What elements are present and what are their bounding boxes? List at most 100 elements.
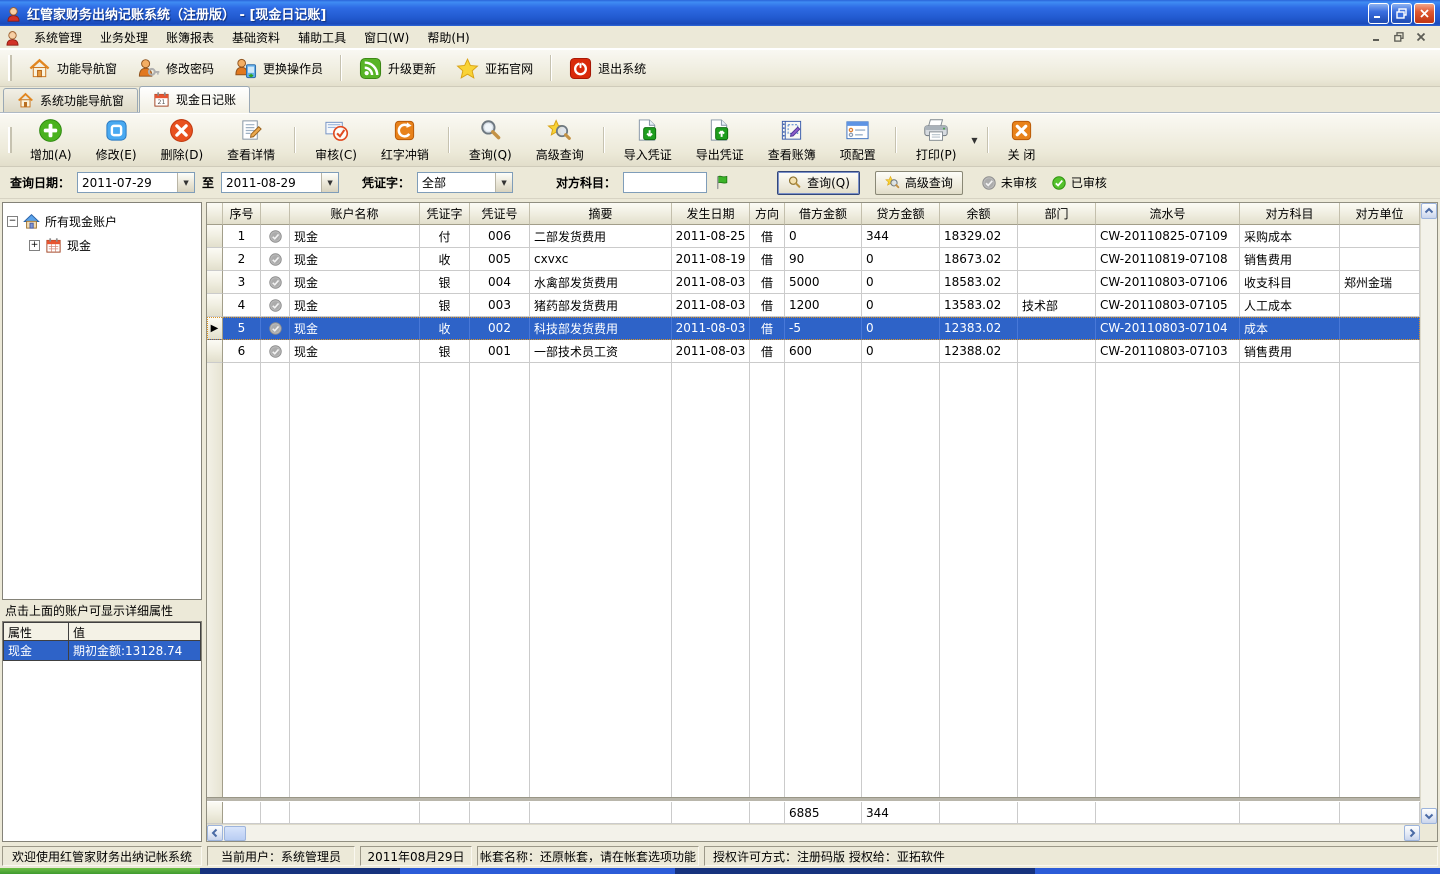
- close-button[interactable]: [1414, 3, 1435, 24]
- scroll-left-icon[interactable]: [207, 825, 223, 841]
- chevron-down-icon[interactable]: ▼: [177, 173, 194, 192]
- minimize-button[interactable]: [1368, 3, 1389, 24]
- table-row[interactable]: 4现金银003猪药部发货费用2011-08-03借1200013583.02技术…: [207, 294, 1420, 317]
- toolbar-grip[interactable]: [8, 55, 12, 81]
- cell-dept: [1018, 340, 1096, 363]
- property-row[interactable]: 现金 期初金额:13128.74: [3, 641, 201, 660]
- chevron-down-icon[interactable]: ▼: [495, 173, 512, 192]
- horizontal-scrollbar[interactable]: [207, 824, 1420, 841]
- date-from-combobox[interactable]: 2011-07-29 ▼: [77, 172, 195, 193]
- scroll-down-icon[interactable]: [1421, 808, 1437, 824]
- column-header-unit[interactable]: 对方单位: [1340, 203, 1420, 225]
- cell-dir: 借: [750, 271, 785, 294]
- scroll-right-icon[interactable]: [1404, 825, 1420, 841]
- cell-unit: [1340, 317, 1420, 340]
- column-header-balance[interactable]: 余额: [940, 203, 1018, 225]
- cell-dept: [1018, 248, 1096, 271]
- table-row[interactable]: 6现金银001一部技术员工资2011-08-03借600012388.02CW-…: [207, 340, 1420, 363]
- column-header-check[interactable]: [261, 203, 290, 225]
- footer-cell: [1340, 802, 1420, 824]
- column-header-dept[interactable]: 部门: [1018, 203, 1096, 225]
- print-dropdown-arrow[interactable]: ▼: [969, 134, 979, 147]
- advanced-query-button[interactable]: 高级查询: [524, 114, 596, 167]
- expand-icon[interactable]: +: [29, 240, 40, 251]
- query-submit-button[interactable]: 查询(Q): [777, 171, 860, 195]
- row-indicator: [207, 248, 223, 271]
- menu-reports[interactable]: 账簿报表: [157, 26, 223, 49]
- voucher-type-combobox[interactable]: 全部 ▼: [417, 172, 513, 193]
- column-header-date[interactable]: 发生日期: [672, 203, 750, 225]
- column-header-credit[interactable]: 贷方金额: [862, 203, 940, 225]
- date-to-combobox[interactable]: 2011-08-29 ▼: [221, 172, 339, 193]
- users-switch-icon: [234, 57, 257, 80]
- change-password-button[interactable]: 修改密码: [127, 52, 224, 85]
- export-voucher-button[interactable]: 导出凭证: [684, 114, 756, 167]
- collapse-icon[interactable]: −: [7, 216, 18, 227]
- column-header-subject[interactable]: 对方科目: [1240, 203, 1340, 225]
- advanced-query-bar-button[interactable]: 高级查询: [875, 171, 963, 195]
- nav-window-button[interactable]: 功能导航窗: [18, 52, 127, 85]
- print-button[interactable]: 打印(P): [904, 114, 969, 167]
- table-row[interactable]: 3现金银004水禽部发货费用2011-08-03借5000018583.02CW…: [207, 271, 1420, 294]
- tree-item-cash[interactable]: + 现金: [7, 233, 197, 257]
- column-header-vno[interactable]: 凭证号: [470, 203, 530, 225]
- column-header-vtype[interactable]: 凭证字: [420, 203, 470, 225]
- delete-button[interactable]: 删除(D): [149, 114, 216, 167]
- cell-credit: 344: [862, 225, 940, 248]
- menu-system[interactable]: 系统管理: [25, 26, 91, 49]
- counter-subject-input[interactable]: [623, 172, 707, 193]
- audit-button[interactable]: 审核(C): [303, 114, 369, 167]
- scrollbar-corner: [1420, 824, 1437, 841]
- mdi-minimize-icon[interactable]: [1370, 30, 1384, 44]
- table-row[interactable]: 1现金付006二部发货费用2011-08-25借034418329.02CW-2…: [207, 225, 1420, 248]
- import-icon: [635, 118, 660, 143]
- restore-button[interactable]: [1391, 3, 1412, 24]
- column-header-dir[interactable]: 方向: [750, 203, 785, 225]
- column-header-seq[interactable]: 序号: [223, 203, 261, 225]
- tab-system-nav[interactable]: 系统功能导航窗: [3, 88, 138, 112]
- exit-button[interactable]: 退出系统: [559, 52, 656, 85]
- menu-business[interactable]: 业务处理: [91, 26, 157, 49]
- tree-item-all-accounts[interactable]: − 所有现金账户: [7, 209, 197, 233]
- table-row[interactable]: ▶5现金收002科技部发货费用2011-08-03借-5012383.02CW-…: [207, 317, 1420, 340]
- menu-window[interactable]: 窗口(W): [355, 26, 418, 49]
- menu-tools[interactable]: 辅助工具: [289, 26, 355, 49]
- query-button[interactable]: 查询(Q): [457, 114, 524, 167]
- cell-serial: CW-20110819-07108: [1096, 248, 1240, 271]
- edit-button[interactable]: 修改(E): [84, 114, 149, 167]
- cell-unit: [1340, 294, 1420, 317]
- cell-account: 现金: [290, 294, 420, 317]
- cell-summary: 一部技术员工资: [530, 340, 672, 363]
- import-voucher-button[interactable]: 导入凭证: [612, 114, 684, 167]
- vertical-scrollbar[interactable]: [1420, 203, 1437, 824]
- add-button[interactable]: 增加(A): [18, 114, 84, 167]
- website-button[interactable]: 亚拓官网: [446, 52, 543, 85]
- chevron-down-icon[interactable]: ▼: [321, 173, 338, 192]
- column-header-account[interactable]: 账户名称: [290, 203, 420, 225]
- close-view-button[interactable]: 关 闭: [996, 114, 1048, 167]
- menu-basedata[interactable]: 基础资料: [223, 26, 289, 49]
- column-header-serial[interactable]: 流水号: [1096, 203, 1240, 225]
- mdi-close-icon[interactable]: [1414, 30, 1428, 44]
- cell-dept: 技术部: [1018, 294, 1096, 317]
- table-row[interactable]: 2现金收005cxvxc2011-08-19借90018673.02CW-201…: [207, 248, 1420, 271]
- upgrade-button[interactable]: 升级更新: [349, 52, 446, 85]
- change-operator-button[interactable]: 更换操作员: [224, 52, 333, 85]
- view-detail-button[interactable]: 查看详情: [215, 114, 287, 167]
- scrollbar-thumb[interactable]: [224, 826, 246, 841]
- column-header-debit[interactable]: 借方金额: [785, 203, 862, 225]
- toolbar-grip[interactable]: [8, 127, 12, 153]
- view-book-button[interactable]: 查看账簿: [756, 114, 828, 167]
- red-reverse-button[interactable]: 红字冲销: [369, 114, 441, 167]
- cell-serial: CW-20110803-07105: [1096, 294, 1240, 317]
- menu-help[interactable]: 帮助(H): [418, 26, 478, 49]
- menu-app-icon: [4, 29, 21, 46]
- tab-cash-journal[interactable]: 21 现金日记账: [139, 86, 250, 112]
- star-icon: [456, 57, 479, 80]
- empty-column: [940, 363, 1018, 797]
- column-header-summary[interactable]: 摘要: [530, 203, 672, 225]
- scroll-up-icon[interactable]: [1421, 203, 1437, 219]
- mdi-restore-icon[interactable]: [1392, 30, 1406, 44]
- empty-column: [750, 363, 785, 797]
- config-button[interactable]: 项配置: [828, 114, 888, 167]
